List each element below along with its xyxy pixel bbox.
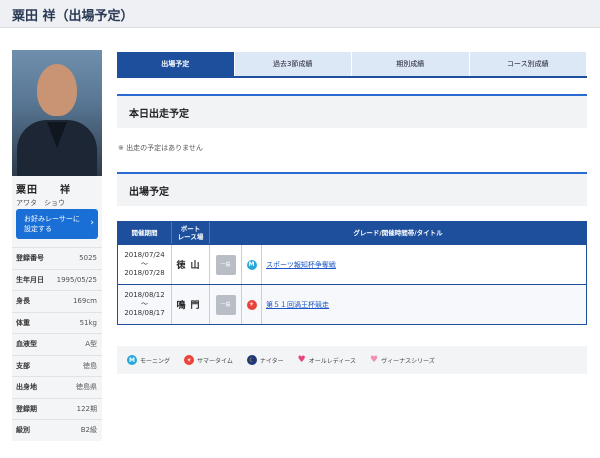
- info-value: B2級: [80, 426, 97, 435]
- icon-legend: M モーニング ☀ サマータイム ☾ ナイター ♥ オールレディース ♥ ヴィー…: [117, 346, 587, 374]
- info-value: 1995/05/25: [56, 275, 97, 284]
- date-tilde: ～: [141, 260, 148, 268]
- info-label: 支部: [16, 361, 30, 370]
- col-venue-line1: ボート: [180, 225, 201, 233]
- venus-series-heart-icon: ♥: [370, 354, 379, 365]
- race-title-link[interactable]: 第５１回渦王杯競走: [262, 285, 586, 324]
- info-value: 51kg: [79, 318, 97, 327]
- all-ladies-heart-icon: ♥: [297, 354, 306, 365]
- morning-icon: M: [127, 355, 137, 365]
- info-label: 生年月日: [16, 275, 44, 284]
- date-cell: 2018/07/24 ～ 2018/07/28: [118, 245, 172, 284]
- tab-course-results[interactable]: コース別成績: [469, 52, 587, 76]
- favorite-button-line1: お好みレーサーに: [24, 215, 80, 223]
- info-value: 徳島県: [76, 383, 97, 392]
- time-icon-cell: M: [242, 245, 262, 284]
- racer-info-list: 登録番号 5025 生年月日 1995/05/25 身長 169cm 体重 51kg 血…: [12, 247, 102, 441]
- info-row: 体重 51kg: [12, 311, 102, 334]
- col-venue-line2: レース場: [177, 233, 204, 241]
- summer-time-icon: ☀: [184, 355, 195, 365]
- table-header: 開催期間 ボート レース場 グレード/開催時間帯/タイトル: [118, 222, 586, 244]
- date-tilde: ～: [141, 300, 148, 308]
- legend-label: オールレディース: [308, 357, 357, 365]
- tab-upcoming[interactable]: 出場予定: [117, 52, 235, 76]
- race-title-link[interactable]: スポーツ報知杯争奪戦: [262, 245, 586, 284]
- date-end: 2018/08/17: [124, 309, 165, 317]
- date-cell: 2018/08/12 ～ 2018/08/17: [118, 285, 172, 324]
- col-date: 開催期間: [118, 222, 172, 244]
- tab-last-3-meets[interactable]: 過去3節成績: [234, 52, 352, 76]
- info-label: 体重: [16, 318, 30, 327]
- racer-name: 粟田 祥: [16, 185, 71, 196]
- legend-label: ヴィーナスシリーズ: [381, 357, 435, 365]
- info-label: 出身地: [16, 383, 37, 392]
- tab-term-results[interactable]: 期別成績: [352, 52, 470, 76]
- date-start: 2018/08/12: [124, 291, 165, 299]
- night-icon: ☾: [246, 355, 257, 365]
- info-value: 5025: [79, 254, 97, 263]
- table-row: 2018/07/24 ～ 2018/07/28 徳山 一般 M スポーツ報知杯争…: [118, 244, 586, 284]
- info-row: 血液型 A型: [12, 333, 102, 355]
- info-value: 169cm: [72, 297, 97, 306]
- info-row: 登録期 122期: [12, 397, 102, 420]
- no-race-message: ※ 出走の予定はありません: [118, 144, 203, 152]
- venue-cell: 鳴門: [172, 285, 210, 324]
- grade-cell: 一般: [210, 245, 242, 284]
- schedule-section-heading: 出場予定: [117, 172, 587, 206]
- info-label: 登録期: [16, 404, 37, 413]
- info-row: 登録番号 5025: [12, 247, 102, 269]
- schedule-table: 開催期間 ボート レース場 グレード/開催時間帯/タイトル 2018/07/24 …: [117, 221, 587, 325]
- info-value: A型: [85, 340, 97, 349]
- col-venue: ボート レース場: [172, 222, 210, 244]
- info-row: 支部 徳島: [12, 354, 102, 377]
- time-icon-cell: ☀: [242, 285, 262, 324]
- grade-badge: 一般: [215, 254, 236, 275]
- legend-item: M モーニング: [127, 355, 170, 365]
- date-end: 2018/07/28: [124, 269, 165, 277]
- info-value: 徳島: [83, 361, 97, 370]
- summer-time-icon: ☀: [246, 299, 257, 310]
- table-row: 2018/08/12 ～ 2018/08/17 鳴門 一般 ☀ 第５１回渦王杯競…: [118, 284, 586, 324]
- morning-icon: M: [246, 259, 257, 270]
- racer-profile: 粟田 祥 アワタ ショウ お好みレーサーに 設定する › 登録番号 5025 生年…: [12, 50, 102, 441]
- today-section-heading: 本日出走予定: [117, 94, 587, 128]
- chevron-right-icon: ›: [90, 218, 94, 228]
- legend-label: サマータイム: [197, 357, 233, 365]
- info-label: 級別: [16, 426, 30, 435]
- set-favorite-racer-button[interactable]: お好みレーサーに 設定する ›: [16, 209, 98, 239]
- info-label: 登録番号: [16, 254, 44, 263]
- info-row: 出身地 徳島県: [12, 376, 102, 398]
- info-label: 身長: [16, 297, 30, 306]
- legend-label: ナイター: [259, 357, 284, 365]
- profile-tabs: 出場予定 過去3節成績 期別成績 コース別成績: [117, 52, 587, 78]
- legend-item: ♥ ヴィーナスシリーズ: [370, 354, 435, 365]
- legend-item: ☾ ナイター: [246, 355, 284, 365]
- date-start: 2018/07/24: [124, 251, 165, 259]
- venue-cell: 徳山: [172, 245, 210, 284]
- info-row: 身長 169cm: [12, 290, 102, 312]
- legend-item: ☀ サマータイム: [184, 355, 233, 365]
- page-title: 粟田 祥（出場予定）: [12, 9, 134, 24]
- col-title: グレード/開催時間帯/タイトル: [353, 229, 443, 237]
- legend-label: モーニング: [140, 357, 171, 365]
- racer-name-box: 粟田 祥 アワタ ショウ: [12, 176, 102, 207]
- grade-cell: 一般: [210, 285, 242, 324]
- favorite-wrap: お好みレーサーに 設定する ›: [12, 206, 102, 247]
- info-row: 級別 B2級: [12, 419, 102, 441]
- racer-photo: [12, 50, 102, 176]
- favorite-button-line2: 設定する: [24, 225, 52, 233]
- info-row: 生年月日 1995/05/25: [12, 268, 102, 291]
- page-header: 粟田 祥（出場予定）: [0, 0, 600, 28]
- legend-item: ♥ オールレディース: [297, 354, 357, 365]
- info-label: 血液型: [16, 340, 37, 349]
- grade-badge: 一般: [215, 294, 236, 315]
- info-value: 122期: [76, 404, 97, 413]
